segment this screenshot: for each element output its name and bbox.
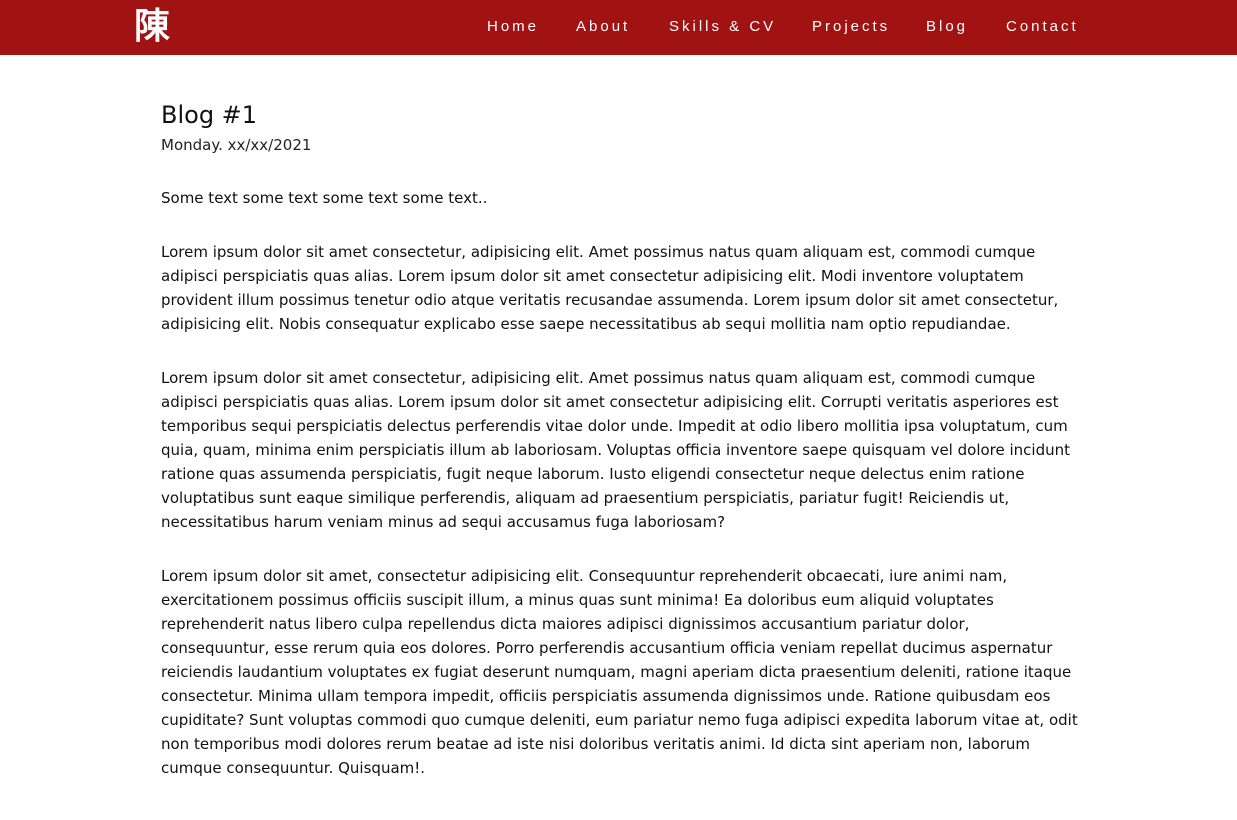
post-paragraph-3: Lorem ipsum dolor sit amet, consectetur … [161, 567, 1078, 777]
nav-link-about[interactable]: About [576, 16, 630, 38]
post-intro: Some text some text some text some text.… [161, 189, 488, 207]
nav-link-skills-cv[interactable]: Skills & CV [669, 16, 776, 38]
nav-link-projects[interactable]: Projects [812, 16, 890, 38]
site-logo[interactable]: 陳 [134, 5, 170, 49]
blog-post: Blog #1 Monday. xx/xx/2021 Some text som… [161, 98, 1081, 780]
nav-link-blog[interactable]: Blog [926, 16, 968, 38]
post-paragraph-1: Lorem ipsum dolor sit amet consectetur, … [161, 243, 1059, 333]
top-navbar: 陳 Home About Skills & CV Projects Blog C… [0, 0, 1237, 55]
nav-link-contact[interactable]: Contact [1006, 16, 1079, 38]
post-paragraph-2: Lorem ipsum dolor sit amet consectetur, … [161, 369, 1071, 531]
post-title: Blog #1 [161, 101, 258, 129]
nav-link-home[interactable]: Home [487, 16, 539, 38]
post-date: Monday. xx/xx/2021 [161, 136, 312, 154]
